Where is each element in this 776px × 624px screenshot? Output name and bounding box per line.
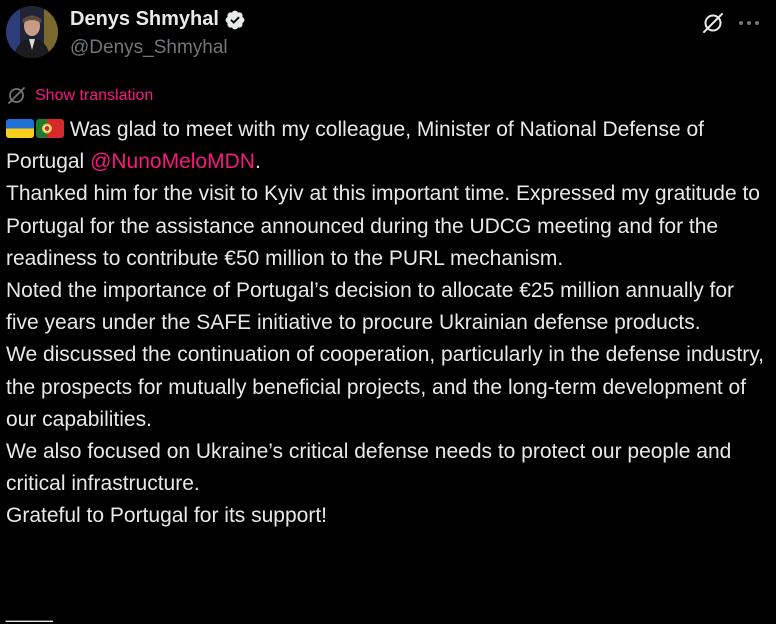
more-icon[interactable] [736,10,762,36]
profile-avatar[interactable] [6,6,58,58]
tweet-trailing-line: ____ [6,600,53,623]
tweet-body-text: Thanked him for the visit to Kyiv at thi… [6,182,764,528]
author-name-row: Denys Shmyhal [70,8,246,31]
show-translation-label: Show translation [35,86,154,104]
tweet-intro-end: . [254,150,261,174]
translate-icon [6,85,27,106]
avatar-image [6,6,58,58]
mention-link[interactable]: @NunoMeloMDN [90,150,255,173]
post: Denys Shmyhal @Denys_Shmyhal Show transl… [0,0,776,624]
author-handle[interactable]: @Denys_Shmyhal [70,37,228,59]
portugal-flag-icon [36,119,64,138]
author-display-name[interactable]: Denys Shmyhal [70,8,219,31]
grok-icon[interactable] [700,10,726,36]
verified-badge-icon[interactable] [224,9,246,31]
ukraine-flag-icon [6,119,34,138]
show-translation-button[interactable]: Show translation [6,85,153,106]
tweet-text: Was glad to meet with my colleague, Mini… [6,114,766,533]
